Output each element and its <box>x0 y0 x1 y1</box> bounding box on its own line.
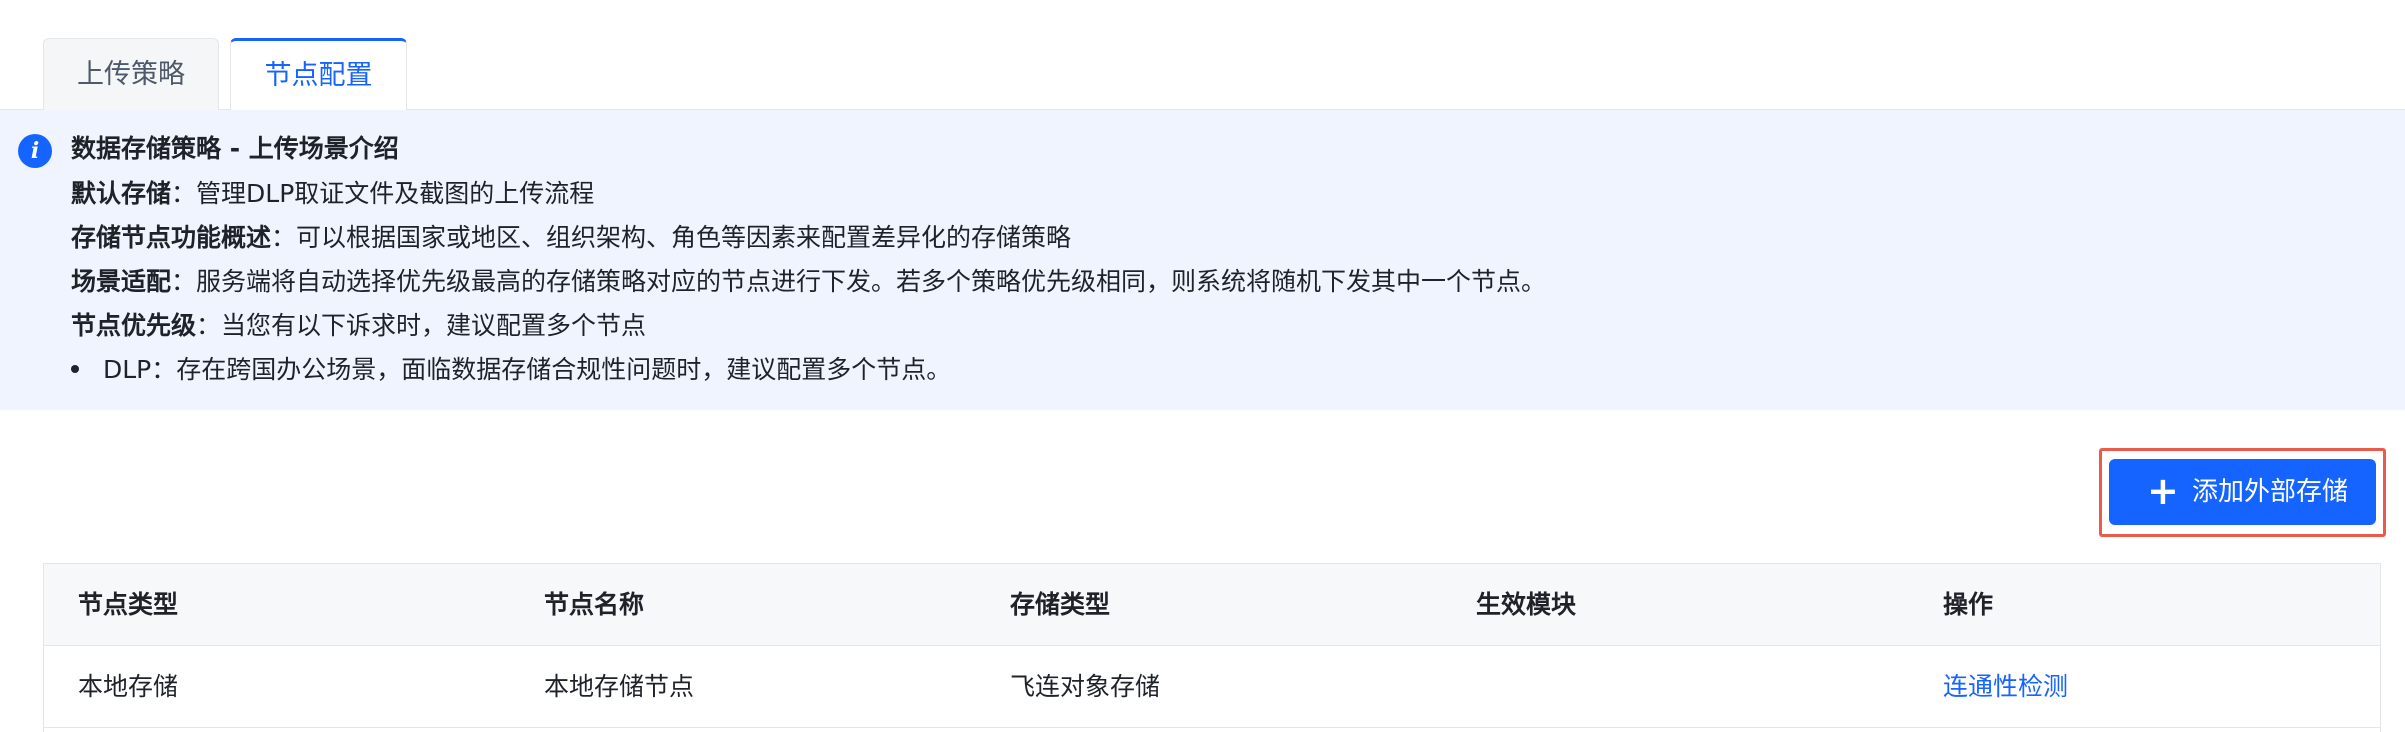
info-line-text: 管理DLP取证文件及截图的上传流程 <box>196 179 595 208</box>
cell-node-name: 本地存储节点 <box>544 672 695 701</box>
plus-icon: + <box>2147 469 2179 513</box>
info-line-default-storage: 默认存储：管理DLP取证文件及截图的上传流程 <box>71 179 595 208</box>
col-node-type: 节点类型 <box>78 590 179 619</box>
info-title: 数据存储策略 - 上传场景介绍 <box>71 134 399 163</box>
info-icon: i <box>18 134 52 168</box>
table-row: 本地存储 本地存储节点 飞连对象存储 连通性检测 <box>44 646 2380 728</box>
info-line-node-overview: 存储节点功能概述：可以根据国家或地区、组织架构、角色等因素来配置差异化的存储策略 <box>71 223 1072 252</box>
info-line-label: 节点优先级 <box>71 311 197 340</box>
tab-bar: 上传策略 节点配置 <box>0 0 2405 111</box>
info-line-priority: 节点优先级：当您有以下诉求时，建议配置多个节点 <box>71 311 647 340</box>
cell-storage-type: 飞连对象存储 <box>1010 672 1161 701</box>
col-node-name: 节点名称 <box>544 590 645 619</box>
col-storage-type: 存储类型 <box>1010 590 1111 619</box>
info-line-label: 默认存储 <box>71 179 172 208</box>
table-header: 节点类型 节点名称 存储类型 生效模块 操作 <box>44 564 2380 646</box>
info-line-label: 场景适配 <box>71 267 172 296</box>
add-button-highlight: + 添加外部存储 <box>2099 448 2386 537</box>
col-module: 生效模块 <box>1476 590 1577 619</box>
node-table: 节点类型 节点名称 存储类型 生效模块 操作 本地存储 本地存储节点 飞连对象存… <box>43 563 2381 732</box>
info-line-text: 可以根据国家或地区、组织架构、角色等因素来配置差异化的存储策略 <box>296 223 1072 252</box>
info-line-text: 当您有以下诉求时，建议配置多个节点 <box>221 311 647 340</box>
connectivity-check-link[interactable]: 连通性检测 <box>1943 646 2068 728</box>
add-button-label: 添加外部存储 <box>2192 477 2349 507</box>
info-line-label: 存储节点功能概述 <box>71 223 272 252</box>
tab-node-config[interactable]: 节点配置 <box>230 38 407 111</box>
add-external-storage-button[interactable]: + 添加外部存储 <box>2109 459 2376 525</box>
col-action: 操作 <box>1943 590 1994 619</box>
info-bullet-text: DLP：存在跨国办公场景，面临数据存储合规性问题时，建议配置多个节点。 <box>103 355 952 384</box>
cell-node-type: 本地存储 <box>78 672 179 701</box>
tab-upload-policy[interactable]: 上传策略 <box>43 38 219 110</box>
info-bullet-item: DLP：存在跨国办公场景，面临数据存储合规性问题时，建议配置多个节点。 <box>71 353 951 387</box>
info-line-scenario: 场景适配：服务端将自动选择优先级最高的存储策略对应的节点进行下发。若多个策略优先… <box>71 267 1547 296</box>
info-line-text: 服务端将自动选择优先级最高的存储策略对应的节点进行下发。若多个策略优先级相同，则… <box>196 267 1547 296</box>
bullet-dot-icon <box>71 365 79 373</box>
